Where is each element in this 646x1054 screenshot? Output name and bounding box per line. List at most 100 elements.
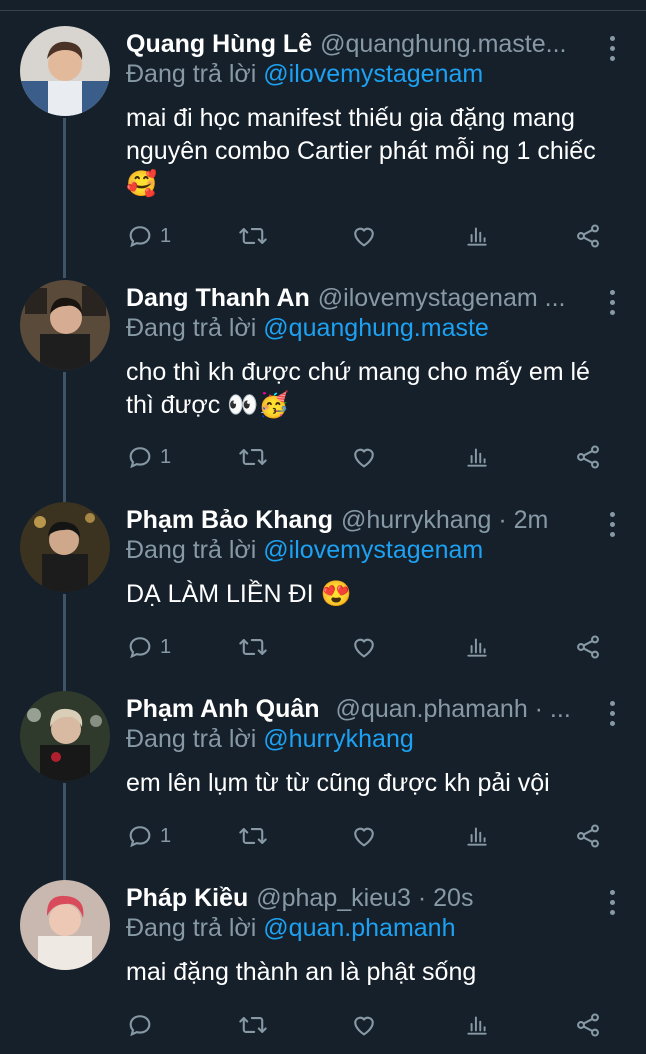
reply-button[interactable]: 1 xyxy=(126,630,171,664)
like-button[interactable] xyxy=(350,819,378,853)
reply-tweet[interactable]: Phạm Anh Quân @quan.phamanh · ... Đang tr… xyxy=(0,681,646,866)
like-button[interactable] xyxy=(350,1008,378,1042)
username-handle[interactable]: @quanghung.maste... xyxy=(320,30,566,58)
heart-icon xyxy=(350,222,378,250)
reply-button[interactable] xyxy=(126,1008,154,1042)
mention-link[interactable]: @ilovemystagenam xyxy=(263,60,483,88)
like-button[interactable] xyxy=(350,440,378,474)
reply-prefix: Đang trả lời xyxy=(126,725,257,753)
username-handle[interactable]: @quan.phamanh · ... xyxy=(336,695,571,723)
username-handle[interactable]: @phap_kieu3 · 20s xyxy=(256,884,473,912)
reply-count: 1 xyxy=(160,635,172,658)
analytics-button[interactable] xyxy=(464,630,490,664)
retweet-button[interactable] xyxy=(238,819,268,853)
action-bar: 1 xyxy=(126,630,616,664)
replying-to: Đang trả lời @quanghung.maste xyxy=(126,314,489,343)
reply-tweet[interactable]: Dang Thanh An @ilovemystagenam ... Đang t… xyxy=(0,270,646,485)
heart-icon xyxy=(350,443,378,471)
analytics-button[interactable] xyxy=(464,1008,490,1042)
reply-count: 1 xyxy=(160,824,172,847)
tweet-text: mai đi học manifest thiếu gia đặng mang … xyxy=(126,104,596,198)
analytics-button[interactable] xyxy=(464,819,490,853)
share-button[interactable] xyxy=(574,440,602,474)
mention-link[interactable]: @quanghung.maste xyxy=(263,314,489,342)
reply-prefix: Đang trả lời xyxy=(126,914,257,942)
avatar[interactable] xyxy=(20,280,110,370)
reply-count: 1 xyxy=(160,445,172,468)
reply-button[interactable]: 1 xyxy=(126,819,171,853)
share-icon xyxy=(574,822,602,850)
top-divider xyxy=(0,0,646,11)
replying-to: Đang trả lời @hurrykhang xyxy=(126,725,414,754)
reply-tweet[interactable]: Quang Hùng Lê @quanghung.maste... Đang tr… xyxy=(0,16,646,266)
analytics-icon xyxy=(464,1011,490,1039)
retweet-icon xyxy=(238,633,268,661)
tweet-text: em lên lụm từ từ cũng được kh pải vội xyxy=(126,769,550,797)
mention-link[interactable]: @hurrykhang xyxy=(263,725,413,753)
action-bar: 1 xyxy=(126,440,616,474)
reply-count: 1 xyxy=(160,224,172,247)
analytics-button[interactable] xyxy=(464,219,490,253)
analytics-icon xyxy=(464,822,490,850)
retweet-button[interactable] xyxy=(238,630,268,664)
reply-icon xyxy=(126,222,154,250)
retweet-button[interactable] xyxy=(238,440,268,474)
reply-prefix: Đang trả lời xyxy=(126,314,257,342)
reply-icon xyxy=(126,633,154,661)
replying-to: Đang trả lời @ilovemystagenam xyxy=(126,536,483,565)
heart-icon xyxy=(350,633,378,661)
display-name[interactable]: Quang Hùng Lê xyxy=(126,30,312,58)
mention-link[interactable]: @ilovemystagenam xyxy=(263,536,483,564)
reply-prefix: Đang trả lời xyxy=(126,60,257,88)
more-options-icon[interactable] xyxy=(610,36,618,66)
reply-button[interactable]: 1 xyxy=(126,440,171,474)
heart-icon xyxy=(350,822,378,850)
tweet-text: mai đặng thành an là phật sống xyxy=(126,958,477,986)
retweet-icon xyxy=(238,443,268,471)
share-button[interactable] xyxy=(574,819,602,853)
avatar[interactable] xyxy=(20,502,110,592)
display-name[interactable]: Dang Thanh An xyxy=(126,284,310,312)
action-bar xyxy=(126,1008,616,1042)
retweet-icon xyxy=(238,222,268,250)
share-button[interactable] xyxy=(574,219,602,253)
avatar[interactable] xyxy=(20,691,110,781)
reply-icon xyxy=(126,822,154,850)
display-name[interactable]: Phạm Anh Quân xyxy=(126,695,320,723)
share-icon xyxy=(574,443,602,471)
share-button[interactable] xyxy=(574,630,602,664)
profile-photo-icon xyxy=(20,26,110,116)
display-name[interactable]: Pháp Kiều xyxy=(126,884,248,912)
reply-prefix: Đang trả lời xyxy=(126,536,257,564)
like-button[interactable] xyxy=(350,630,378,664)
replying-to: Đang trả lời @quan.phamanh xyxy=(126,914,455,943)
reply-tweet[interactable]: Phạm Bảo Khang @hurrykhang · 2m Đang trả … xyxy=(0,492,646,677)
username-handle[interactable]: @ilovemystagenam ... xyxy=(318,284,566,312)
retweet-button[interactable] xyxy=(238,219,268,253)
mention-link[interactable]: @quan.phamanh xyxy=(263,914,455,942)
more-options-icon[interactable] xyxy=(610,512,618,542)
share-icon xyxy=(574,1011,602,1039)
retweet-icon xyxy=(238,822,268,850)
reply-tweet[interactable]: Pháp Kiều @phap_kieu3 · 20s Đang trả lời … xyxy=(0,870,646,1050)
analytics-button[interactable] xyxy=(464,440,490,474)
heart-icon xyxy=(350,1011,378,1039)
replying-to: Đang trả lời @ilovemystagenam xyxy=(126,60,483,89)
reply-button[interactable]: 1 xyxy=(126,219,171,253)
more-options-icon[interactable] xyxy=(610,701,618,731)
avatar[interactable] xyxy=(20,880,110,970)
retweet-button[interactable] xyxy=(238,1008,268,1042)
analytics-icon xyxy=(464,222,490,250)
like-button[interactable] xyxy=(350,219,378,253)
more-options-icon[interactable] xyxy=(610,290,618,320)
more-options-icon[interactable] xyxy=(610,890,618,920)
reply-icon xyxy=(126,443,154,471)
username-handle[interactable]: @hurrykhang · 2m xyxy=(341,506,548,534)
display-name[interactable]: Phạm Bảo Khang xyxy=(126,506,333,534)
profile-photo-icon xyxy=(20,502,110,592)
avatar[interactable] xyxy=(20,26,110,116)
tweet-text: DẠ LÀM LIỀN ĐI 😍 xyxy=(126,580,352,608)
profile-photo-icon xyxy=(20,880,110,970)
retweet-icon xyxy=(238,1011,268,1039)
share-button[interactable] xyxy=(574,1008,602,1042)
